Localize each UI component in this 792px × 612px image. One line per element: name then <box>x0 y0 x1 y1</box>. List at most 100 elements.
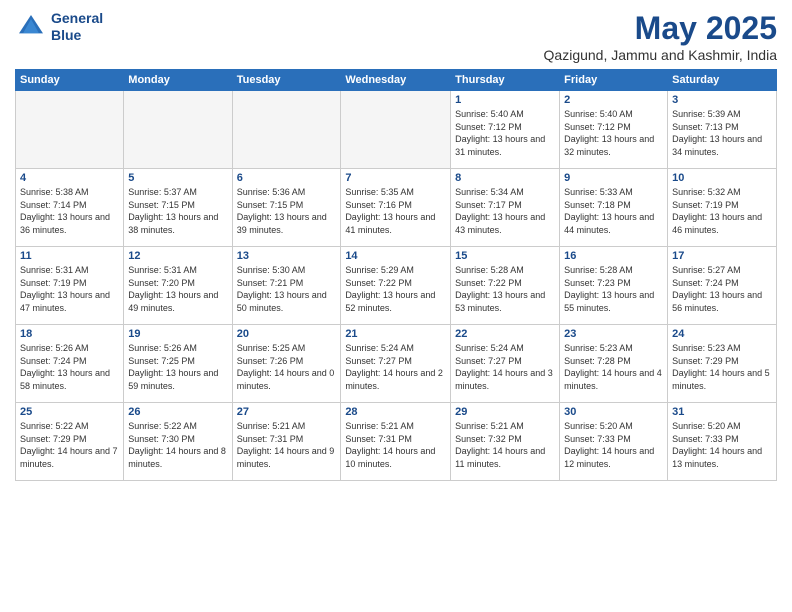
day-number: 6 <box>237 172 337 184</box>
location: Qazigund, Jammu and Kashmir, India <box>544 47 777 63</box>
day-number: 3 <box>672 94 772 106</box>
day-cell: 31 Sunrise: 5:20 AM Sunset: 7:33 PM Dayli… <box>668 403 777 481</box>
day-info: Sunrise: 5:38 AM Sunset: 7:14 PM Dayligh… <box>20 186 119 236</box>
weekday-friday: Friday <box>560 70 668 91</box>
calendar: SundayMondayTuesdayWednesdayThursdayFrid… <box>15 69 777 481</box>
day-cell: 9Sunrise: 5:33 AM Sunset: 7:18 PM Daylig… <box>560 169 668 247</box>
day-cell <box>124 91 232 169</box>
weekday-wednesday: Wednesday <box>341 70 451 91</box>
day-cell: 29 Sunrise: 5:21 AM Sunset: 7:32 PM Dayli… <box>451 403 560 481</box>
week-row-3: 11 Sunrise: 5:31 AM Sunset: 7:19 PM Dayli… <box>16 247 777 325</box>
day-cell: 11 Sunrise: 5:31 AM Sunset: 7:19 PM Dayli… <box>16 247 124 325</box>
day-number: 27 <box>237 406 337 418</box>
weekday-monday: Monday <box>124 70 232 91</box>
day-info: Sunrise: 5:23 AM Sunset: 7:29 PM Dayligh… <box>672 342 772 392</box>
day-info: Sunrise: 5:21 AM Sunset: 7:32 PM Dayligh… <box>455 420 555 470</box>
day-cell <box>232 91 341 169</box>
header: General Blue May 2025 Qazigund, Jammu an… <box>15 10 777 63</box>
day-number: 11 <box>20 250 119 262</box>
day-info: Sunrise: 5:21 AM Sunset: 7:31 PM Dayligh… <box>237 420 337 470</box>
day-cell: 2 Sunrise: 5:40 AM Sunset: 7:12 PM Daylig… <box>560 91 668 169</box>
day-cell: 7Sunrise: 5:35 AM Sunset: 7:16 PM Daylig… <box>341 169 451 247</box>
day-number: 2 <box>564 94 663 106</box>
weekday-tuesday: Tuesday <box>232 70 341 91</box>
day-number: 31 <box>672 406 772 418</box>
weekday-saturday: Saturday <box>668 70 777 91</box>
day-number: 4 <box>20 172 119 184</box>
day-info: Sunrise: 5:28 AM Sunset: 7:22 PM Dayligh… <box>455 264 555 314</box>
day-cell: 1 Sunrise: 5:40 AM Sunset: 7:12 PM Daylig… <box>451 91 560 169</box>
day-number: 20 <box>237 328 337 340</box>
day-cell: 15 Sunrise: 5:28 AM Sunset: 7:22 PM Dayli… <box>451 247 560 325</box>
weekday-thursday: Thursday <box>451 70 560 91</box>
day-info: Sunrise: 5:32 AM Sunset: 7:19 PM Dayligh… <box>672 186 772 236</box>
day-number: 16 <box>564 250 663 262</box>
day-info: Sunrise: 5:31 AM Sunset: 7:19 PM Dayligh… <box>20 264 119 314</box>
day-number: 23 <box>564 328 663 340</box>
day-cell: 23Sunrise: 5:23 AM Sunset: 7:28 PM Dayli… <box>560 325 668 403</box>
logo-icon <box>15 11 47 43</box>
page: General Blue May 2025 Qazigund, Jammu an… <box>0 0 792 612</box>
day-number: 25 <box>20 406 119 418</box>
week-row-2: 4 Sunrise: 5:38 AM Sunset: 7:14 PM Daylig… <box>16 169 777 247</box>
day-info: Sunrise: 5:25 AM Sunset: 7:26 PM Dayligh… <box>237 342 337 392</box>
day-number: 18 <box>20 328 119 340</box>
day-number: 7 <box>345 172 446 184</box>
week-row-1: 1 Sunrise: 5:40 AM Sunset: 7:12 PM Daylig… <box>16 91 777 169</box>
day-cell: 8 Sunrise: 5:34 AM Sunset: 7:17 PM Daylig… <box>451 169 560 247</box>
day-cell: 6 Sunrise: 5:36 AM Sunset: 7:15 PM Daylig… <box>232 169 341 247</box>
month-title: May 2025 <box>544 10 777 47</box>
day-info: Sunrise: 5:26 AM Sunset: 7:25 PM Dayligh… <box>128 342 227 392</box>
logo-text: General Blue <box>51 10 103 44</box>
day-cell: 19 Sunrise: 5:26 AM Sunset: 7:25 PM Dayli… <box>124 325 232 403</box>
day-info: Sunrise: 5:40 AM Sunset: 7:12 PM Dayligh… <box>455 108 555 158</box>
day-number: 5 <box>128 172 227 184</box>
day-info: Sunrise: 5:20 AM Sunset: 7:33 PM Dayligh… <box>564 420 663 470</box>
title-block: May 2025 Qazigund, Jammu and Kashmir, In… <box>544 10 777 63</box>
day-cell: 3 Sunrise: 5:39 AM Sunset: 7:13 PM Daylig… <box>668 91 777 169</box>
day-cell: 24 Sunrise: 5:23 AM Sunset: 7:29 PM Dayli… <box>668 325 777 403</box>
day-info: Sunrise: 5:24 AM Sunset: 7:27 PM Dayligh… <box>345 342 446 392</box>
day-info: Sunrise: 5:40 AM Sunset: 7:12 PM Dayligh… <box>564 108 663 158</box>
week-row-4: 18 Sunrise: 5:26 AM Sunset: 7:24 PM Dayli… <box>16 325 777 403</box>
day-cell <box>16 91 124 169</box>
day-cell: 14Sunrise: 5:29 AM Sunset: 7:22 PM Dayli… <box>341 247 451 325</box>
day-cell: 27 Sunrise: 5:21 AM Sunset: 7:31 PM Dayli… <box>232 403 341 481</box>
day-info: Sunrise: 5:34 AM Sunset: 7:17 PM Dayligh… <box>455 186 555 236</box>
day-cell: 30 Sunrise: 5:20 AM Sunset: 7:33 PM Dayli… <box>560 403 668 481</box>
day-cell: 20 Sunrise: 5:25 AM Sunset: 7:26 PM Dayli… <box>232 325 341 403</box>
day-number: 29 <box>455 406 555 418</box>
day-info: Sunrise: 5:36 AM Sunset: 7:15 PM Dayligh… <box>237 186 337 236</box>
day-number: 19 <box>128 328 227 340</box>
day-info: Sunrise: 5:26 AM Sunset: 7:24 PM Dayligh… <box>20 342 119 392</box>
day-info: Sunrise: 5:33 AM Sunset: 7:18 PM Dayligh… <box>564 186 663 236</box>
day-cell: 17Sunrise: 5:27 AM Sunset: 7:24 PM Dayli… <box>668 247 777 325</box>
day-cell: 12Sunrise: 5:31 AM Sunset: 7:20 PM Dayli… <box>124 247 232 325</box>
day-cell: 26Sunrise: 5:22 AM Sunset: 7:30 PM Dayli… <box>124 403 232 481</box>
day-info: Sunrise: 5:20 AM Sunset: 7:33 PM Dayligh… <box>672 420 772 470</box>
day-cell: 25 Sunrise: 5:22 AM Sunset: 7:29 PM Dayli… <box>16 403 124 481</box>
day-cell: 10 Sunrise: 5:32 AM Sunset: 7:19 PM Dayli… <box>668 169 777 247</box>
day-number: 10 <box>672 172 772 184</box>
weekday-sunday: Sunday <box>16 70 124 91</box>
day-info: Sunrise: 5:31 AM Sunset: 7:20 PM Dayligh… <box>128 264 227 314</box>
weekday-header-row: SundayMondayTuesdayWednesdayThursdayFrid… <box>16 70 777 91</box>
day-number: 15 <box>455 250 555 262</box>
day-cell: 13Sunrise: 5:30 AM Sunset: 7:21 PM Dayli… <box>232 247 341 325</box>
day-number: 24 <box>672 328 772 340</box>
day-number: 1 <box>455 94 555 106</box>
day-info: Sunrise: 5:29 AM Sunset: 7:22 PM Dayligh… <box>345 264 446 314</box>
day-cell: 4 Sunrise: 5:38 AM Sunset: 7:14 PM Daylig… <box>16 169 124 247</box>
day-info: Sunrise: 5:39 AM Sunset: 7:13 PM Dayligh… <box>672 108 772 158</box>
day-number: 17 <box>672 250 772 262</box>
day-number: 8 <box>455 172 555 184</box>
day-number: 26 <box>128 406 227 418</box>
day-number: 30 <box>564 406 663 418</box>
week-row-5: 25 Sunrise: 5:22 AM Sunset: 7:29 PM Dayli… <box>16 403 777 481</box>
day-info: Sunrise: 5:22 AM Sunset: 7:29 PM Dayligh… <box>20 420 119 470</box>
day-cell: 21Sunrise: 5:24 AM Sunset: 7:27 PM Dayli… <box>341 325 451 403</box>
day-info: Sunrise: 5:37 AM Sunset: 7:15 PM Dayligh… <box>128 186 227 236</box>
day-cell: 5 Sunrise: 5:37 AM Sunset: 7:15 PM Daylig… <box>124 169 232 247</box>
day-cell: 18 Sunrise: 5:26 AM Sunset: 7:24 PM Dayli… <box>16 325 124 403</box>
day-number: 22 <box>455 328 555 340</box>
